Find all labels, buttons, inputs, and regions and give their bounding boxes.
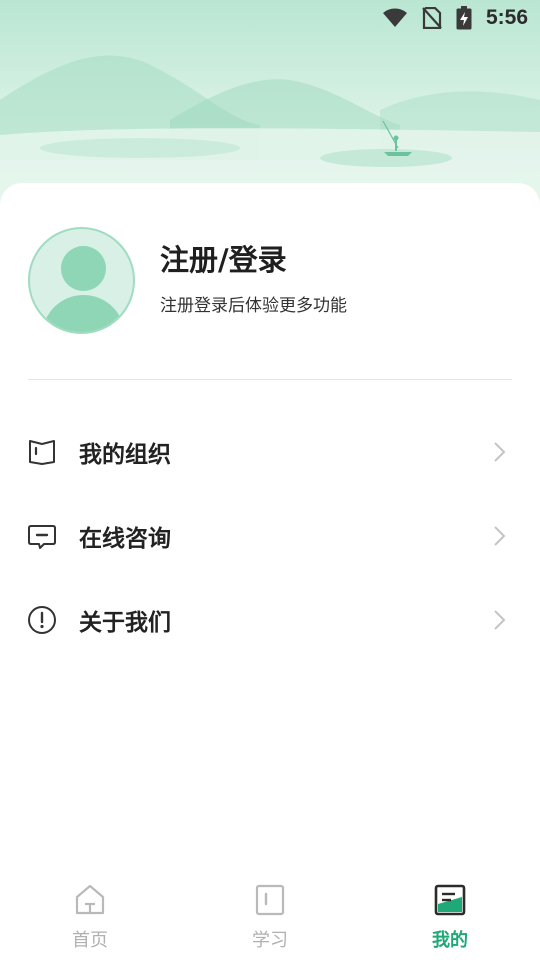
menu-item-label: 我的组织 — [79, 442, 171, 468]
status-bar: 5:56 — [0, 0, 540, 36]
menu-item-about-us[interactable]: 关于我们 — [0, 578, 540, 662]
home-icon — [73, 883, 107, 917]
no-sim-icon — [422, 7, 442, 29]
menu-item-online-consult[interactable]: 在线咨询 — [0, 494, 540, 578]
chevron-right-icon — [490, 524, 510, 548]
menu-item-label: 在线咨询 — [79, 526, 171, 552]
tab-label: 我的 — [432, 930, 468, 951]
menu-item-label: 关于我们 — [79, 610, 171, 636]
chevron-right-icon — [490, 608, 510, 632]
tab-study[interactable]: 学习 — [180, 870, 360, 960]
profile-icon — [433, 883, 467, 917]
battery-charging-icon — [456, 6, 472, 30]
divider — [28, 379, 512, 380]
tab-label: 学习 — [252, 930, 288, 951]
info-icon — [26, 604, 57, 635]
profile-card: 注册/登录 注册登录后体验更多功能 我的组织 在线咨询 关于我们 — [0, 183, 540, 873]
status-time: 5:56 — [485, 6, 528, 29]
default-avatar-icon[interactable] — [28, 227, 135, 334]
tab-profile[interactable]: 我的 — [360, 870, 540, 960]
wifi-icon — [382, 8, 408, 28]
menu-item-my-organization[interactable]: 我的组织 — [0, 410, 540, 494]
tab-home[interactable]: 首页 — [0, 870, 180, 960]
study-icon — [253, 883, 287, 917]
login-entry[interactable]: 注册/登录 注册登录后体验更多功能 — [28, 227, 512, 335]
chat-icon — [26, 520, 57, 551]
tab-label: 首页 — [72, 930, 108, 951]
bottom-tab-bar: 首页 学习 我的 — [0, 870, 540, 960]
chevron-right-icon — [490, 440, 510, 464]
login-title[interactable]: 注册/登录 — [160, 237, 287, 279]
organization-icon — [26, 436, 57, 467]
menu-list: 我的组织 在线咨询 关于我们 — [0, 410, 540, 662]
login-subtitle: 注册登录后体验更多功能 — [160, 296, 347, 316]
